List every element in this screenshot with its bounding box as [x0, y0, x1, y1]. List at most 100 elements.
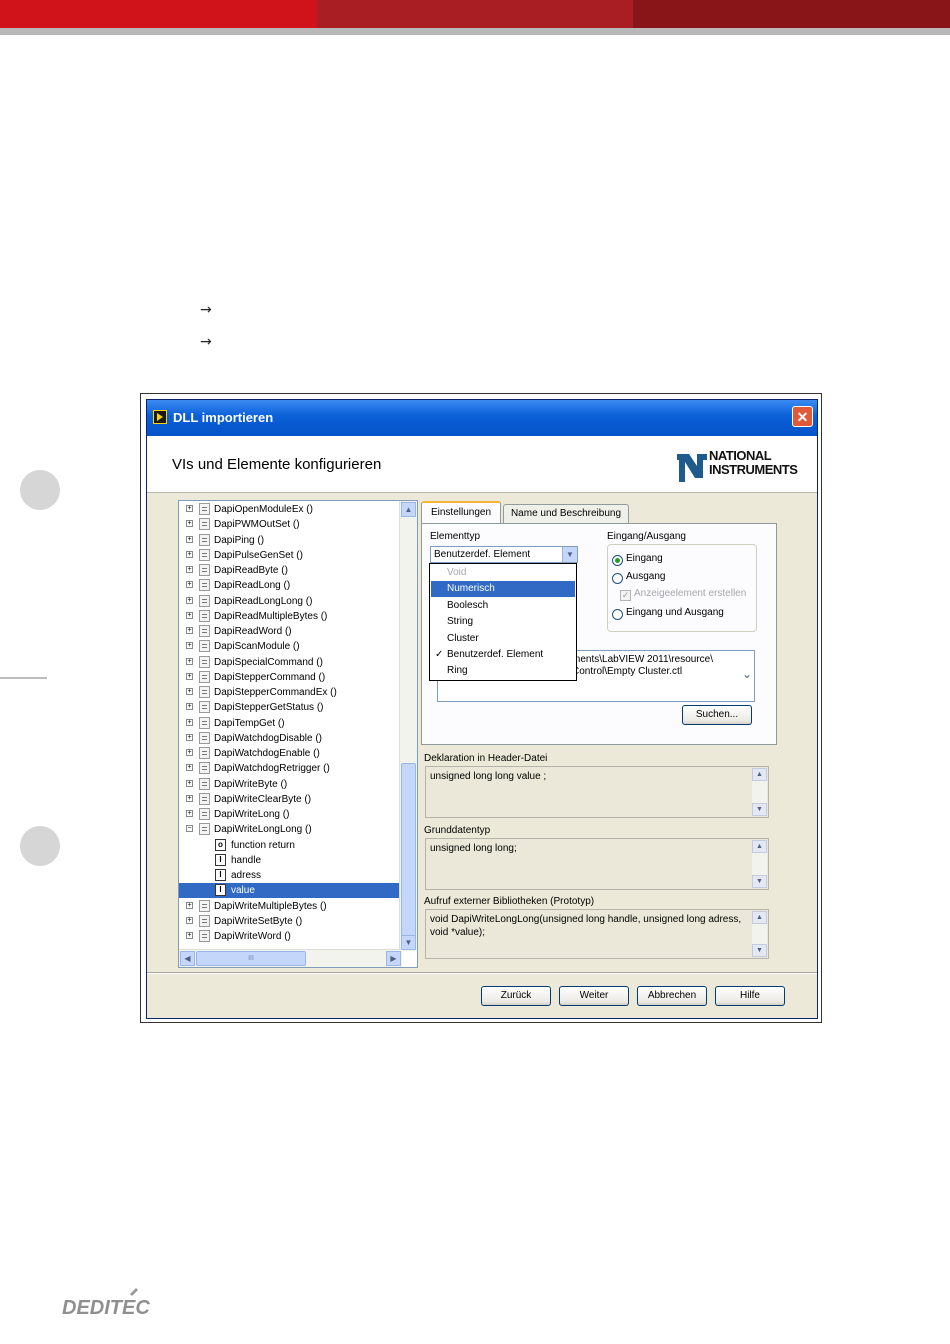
expand-icon[interactable]: + [186, 611, 193, 619]
tree-item-label: adress [231, 870, 262, 881]
ni-eagle-icon [677, 454, 707, 482]
tree-item-label: DapiWriteMultipleBytes () [214, 900, 327, 912]
tab-name-description[interactable]: Name und Beschreibung [503, 504, 629, 523]
expand-icon[interactable]: + [186, 779, 193, 787]
expand-icon[interactable]: + [186, 581, 193, 589]
textarea-scrollbar[interactable]: ▲ ▼ [752, 768, 767, 816]
scroll-down-button[interactable]: ▼ [752, 803, 767, 816]
tree-item-label: DapiWriteLongLong () [214, 824, 312, 836]
textarea-scrollbar[interactable]: ▲ ▼ [752, 911, 767, 957]
elementtyp-select[interactable]: Benutzerdef. Element ▼ [430, 546, 578, 563]
function-vi-icon [199, 899, 210, 912]
tree-horizontal-scrollbar[interactable]: ◀ III ▶ [179, 949, 402, 967]
margin-circle-1 [20, 470, 60, 510]
tree-item-label: DapiOpenModuleEx () [214, 504, 313, 515]
expand-icon[interactable]: + [186, 703, 193, 711]
labview-icon [153, 410, 167, 424]
dropdown-option[interactable]: String [431, 614, 575, 630]
expand-icon[interactable]: + [186, 627, 193, 634]
scroll-up-button[interactable]: ▲ [752, 911, 767, 924]
cancel-button[interactable]: Abbrechen [637, 986, 707, 1006]
expand-icon[interactable]: + [186, 749, 193, 756]
return-param-icon: o [215, 838, 226, 851]
path-line-2: Control\Empty Cluster.ctl [572, 666, 683, 677]
expand-icon[interactable]: + [186, 718, 193, 726]
expand-icon[interactable]: + [186, 657, 193, 665]
dropdown-option[interactable]: Boolesch [431, 598, 575, 614]
browse-button[interactable]: Suchen... [682, 705, 752, 725]
prototype-textarea[interactable]: void DapiWriteLongLong(unsigned long han… [425, 909, 769, 959]
expand-icon[interactable]: + [186, 733, 193, 741]
help-button[interactable]: Hilfe [715, 986, 785, 1006]
header-decl-textarea[interactable]: unsigned long long value ; ▲ ▼ [425, 766, 769, 818]
tree-item-label: DapiStepperCommand () [214, 671, 326, 683]
expand-icon[interactable]: + [186, 520, 193, 528]
dropdown-option[interactable]: Ring [431, 663, 575, 679]
scroll-thumb[interactable] [401, 763, 416, 939]
base-type-label: Grunddatentyp [424, 825, 491, 836]
function-tree[interactable]: + DapiWriteWord () + DapiWriteSetByte () + Da… [178, 500, 418, 968]
dropdown-option[interactable]: Cluster [431, 631, 575, 647]
expand-icon[interactable]: + [186, 794, 193, 802]
scroll-down-button[interactable]: ▼ [752, 875, 767, 888]
function-vi-icon [199, 655, 210, 668]
dropdown-option-label: Benutzerdef. Element [447, 649, 544, 660]
base-type-textarea[interactable]: unsigned long long; ▲ ▼ [425, 838, 769, 890]
scroll-up-button[interactable]: ▲ [401, 502, 416, 517]
function-vi-icon [199, 594, 210, 607]
close-button[interactable]: ✕ [792, 406, 813, 427]
radio-output[interactable] [612, 573, 623, 584]
next-button[interactable]: Weiter [559, 986, 629, 1006]
radio-input-output-label: Eingang und Ausgang [626, 607, 724, 618]
expand-icon[interactable]: + [186, 916, 193, 924]
expand-icon[interactable]: + [186, 535, 193, 543]
radio-output-label: Ausgang [626, 571, 666, 582]
h-scroll-thumb[interactable]: III [196, 951, 306, 966]
expand-icon[interactable]: + [186, 505, 193, 512]
tree-vertical-scrollbar[interactable]: ▲ ▼ [399, 501, 417, 951]
back-button[interactable]: Zurück [481, 986, 551, 1006]
tab-settings[interactable]: Einstellungen [421, 501, 501, 525]
expand-icon[interactable]: + [186, 901, 193, 909]
function-vi-icon [199, 548, 210, 561]
scroll-up-button[interactable]: ▲ [752, 768, 767, 781]
chevron-down-icon[interactable]: ⌄ [742, 667, 752, 681]
expand-icon[interactable]: + [186, 932, 193, 939]
dropdown-option[interactable]: Void [431, 565, 575, 581]
textarea-scrollbar[interactable]: ▲ ▼ [752, 840, 767, 888]
header-decl-label: Deklaration in Header-Datei [424, 753, 548, 764]
expand-icon[interactable]: + [186, 672, 193, 680]
input-param-icon: I [215, 884, 226, 897]
expand-icon[interactable]: + [186, 642, 193, 650]
collapse-icon[interactable]: − [186, 825, 193, 833]
function-vi-icon [199, 579, 210, 592]
expand-icon[interactable]: + [186, 566, 193, 573]
indicator-checkbox[interactable]: ✓ [620, 590, 631, 601]
dropdown-option[interactable]: ✓ Benutzerdef. Element [431, 647, 575, 663]
scroll-up-button[interactable]: ▲ [752, 840, 767, 853]
tree-item-label: DapiReadMultipleBytes () [214, 610, 328, 622]
input-param-icon: I [215, 869, 226, 881]
elementtyp-dropdown-list[interactable]: Void Numerisch Boolesch String Cluster ✓ Benut… [429, 563, 577, 681]
scroll-down-button[interactable]: ▼ [401, 935, 416, 950]
radio-input[interactable] [612, 555, 623, 566]
dropdown-option[interactable]: Numerisch [431, 581, 575, 598]
expand-icon[interactable]: + [186, 764, 193, 772]
base-type-value: unsigned long long; [430, 843, 517, 854]
chevron-down-icon[interactable]: ▼ [562, 547, 577, 562]
title-bar[interactable]: DLL importieren ✕ [147, 400, 817, 436]
expand-icon[interactable]: + [186, 810, 193, 817]
expand-icon[interactable]: + [186, 550, 193, 558]
tree-item-label: function return [231, 839, 295, 851]
io-group: Eingang Ausgang ✓ Anzeigeelement erstell… [607, 544, 757, 632]
radio-input-output[interactable] [612, 609, 623, 620]
tree-item-label: DapiSpecialCommand () [214, 656, 323, 668]
scroll-right-button[interactable]: ▶ [386, 951, 401, 966]
function-vi-icon [199, 777, 210, 790]
scroll-left-button[interactable]: ◀ [180, 951, 195, 966]
scroll-down-button[interactable]: ▼ [752, 944, 767, 957]
tree-param-item[interactable]: Ivalue [179, 883, 401, 899]
expand-icon[interactable]: + [186, 688, 193, 695]
expand-icon[interactable]: + [186, 596, 193, 604]
path-line-1: ments\LabVIEW 2011\resource\ [572, 654, 713, 665]
